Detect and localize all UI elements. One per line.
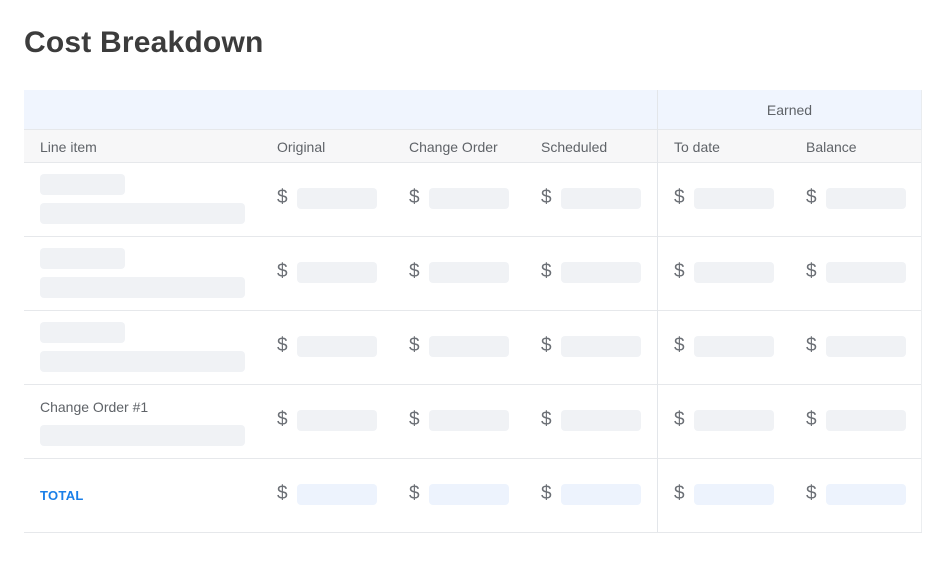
- column-header-change-order: Change Order: [409, 138, 498, 155]
- column-header-line-item: Line item: [40, 138, 97, 155]
- change-order-amount-input[interactable]: [429, 410, 509, 431]
- original-amount-input[interactable]: [297, 336, 377, 357]
- dollar-sign: $: [409, 187, 420, 208]
- dollar-sign: $: [541, 335, 552, 356]
- to-date-amount-input[interactable]: [694, 410, 774, 431]
- dollar-sign: $: [674, 483, 685, 504]
- dollar-sign: $: [277, 335, 288, 356]
- to-date-amount-input[interactable]: [694, 188, 774, 209]
- earned-group-header: Earned: [657, 90, 922, 130]
- dollar-sign: $: [409, 409, 420, 430]
- original-total-value: [297, 484, 377, 505]
- dollar-sign: $: [806, 261, 817, 282]
- line-item-description-skeleton: [40, 351, 245, 372]
- dollar-sign: $: [806, 335, 817, 356]
- line-item-name-skeleton: [40, 174, 125, 195]
- original-amount-input[interactable]: [297, 188, 377, 209]
- column-header-row: Line item Original Change Order Schedule…: [24, 130, 922, 163]
- line-item-name-skeleton: [40, 322, 125, 343]
- change-order-amount-input[interactable]: [429, 336, 509, 357]
- dollar-sign: $: [541, 187, 552, 208]
- page-title: Cost Breakdown: [24, 26, 264, 59]
- to-date-total-value: [694, 484, 774, 505]
- table-row-total: TOTAL $ $ $ $ $: [24, 459, 922, 533]
- scheduled-amount-input[interactable]: [561, 262, 641, 283]
- dollar-sign: $: [674, 409, 685, 430]
- dollar-sign: $: [409, 483, 420, 504]
- change-order-label: Change Order #1: [40, 399, 149, 415]
- dollar-sign: $: [541, 409, 552, 430]
- dollar-sign: $: [277, 483, 288, 504]
- dollar-sign: $: [674, 261, 685, 282]
- original-amount-input[interactable]: [297, 410, 377, 431]
- balance-total-value: [826, 484, 906, 505]
- group-header-row: Earned: [24, 90, 922, 130]
- scheduled-total-value: [561, 484, 641, 505]
- earned-column-divider: [657, 130, 658, 532]
- balance-amount-input[interactable]: [826, 188, 906, 209]
- line-item-description-skeleton: [40, 203, 245, 224]
- dollar-sign: $: [277, 261, 288, 282]
- cost-breakdown-table: Earned Line item Original Change Order S…: [24, 90, 922, 533]
- balance-amount-input[interactable]: [826, 262, 906, 283]
- dollar-sign: $: [277, 187, 288, 208]
- table-row-change-order: Change Order #1 $ $ $ $ $: [24, 385, 922, 459]
- scheduled-amount-input[interactable]: [561, 410, 641, 431]
- to-date-amount-input[interactable]: [694, 262, 774, 283]
- dollar-sign: $: [806, 409, 817, 430]
- dollar-sign: $: [409, 261, 420, 282]
- column-header-balance: Balance: [806, 138, 857, 155]
- table-right-border: [921, 130, 922, 532]
- line-item-description-skeleton: [40, 277, 245, 298]
- dollar-sign: $: [277, 409, 288, 430]
- table-row: $ $ $ $ $: [24, 237, 922, 311]
- dollar-sign: $: [806, 187, 817, 208]
- dollar-sign: $: [674, 187, 685, 208]
- table-row: $ $ $ $ $: [24, 311, 922, 385]
- change-order-amount-input[interactable]: [429, 262, 509, 283]
- dollar-sign: $: [806, 483, 817, 504]
- balance-amount-input[interactable]: [826, 410, 906, 431]
- scheduled-amount-input[interactable]: [561, 336, 641, 357]
- change-order-amount-input[interactable]: [429, 188, 509, 209]
- dollar-sign: $: [409, 335, 420, 356]
- to-date-amount-input[interactable]: [694, 336, 774, 357]
- dollar-sign: $: [541, 261, 552, 282]
- column-header-to-date: To date: [674, 138, 720, 155]
- balance-amount-input[interactable]: [826, 336, 906, 357]
- line-item-name-skeleton: [40, 248, 125, 269]
- total-label: TOTAL: [40, 488, 84, 503]
- original-amount-input[interactable]: [297, 262, 377, 283]
- column-header-scheduled: Scheduled: [541, 138, 608, 155]
- line-item-description-skeleton: [40, 425, 245, 446]
- dollar-sign: $: [674, 335, 685, 356]
- dollar-sign: $: [541, 483, 552, 504]
- column-header-original: Original: [277, 138, 326, 155]
- change-order-total-value: [429, 484, 509, 505]
- scheduled-amount-input[interactable]: [561, 188, 641, 209]
- table-row: $ $ $ $ $: [24, 163, 922, 237]
